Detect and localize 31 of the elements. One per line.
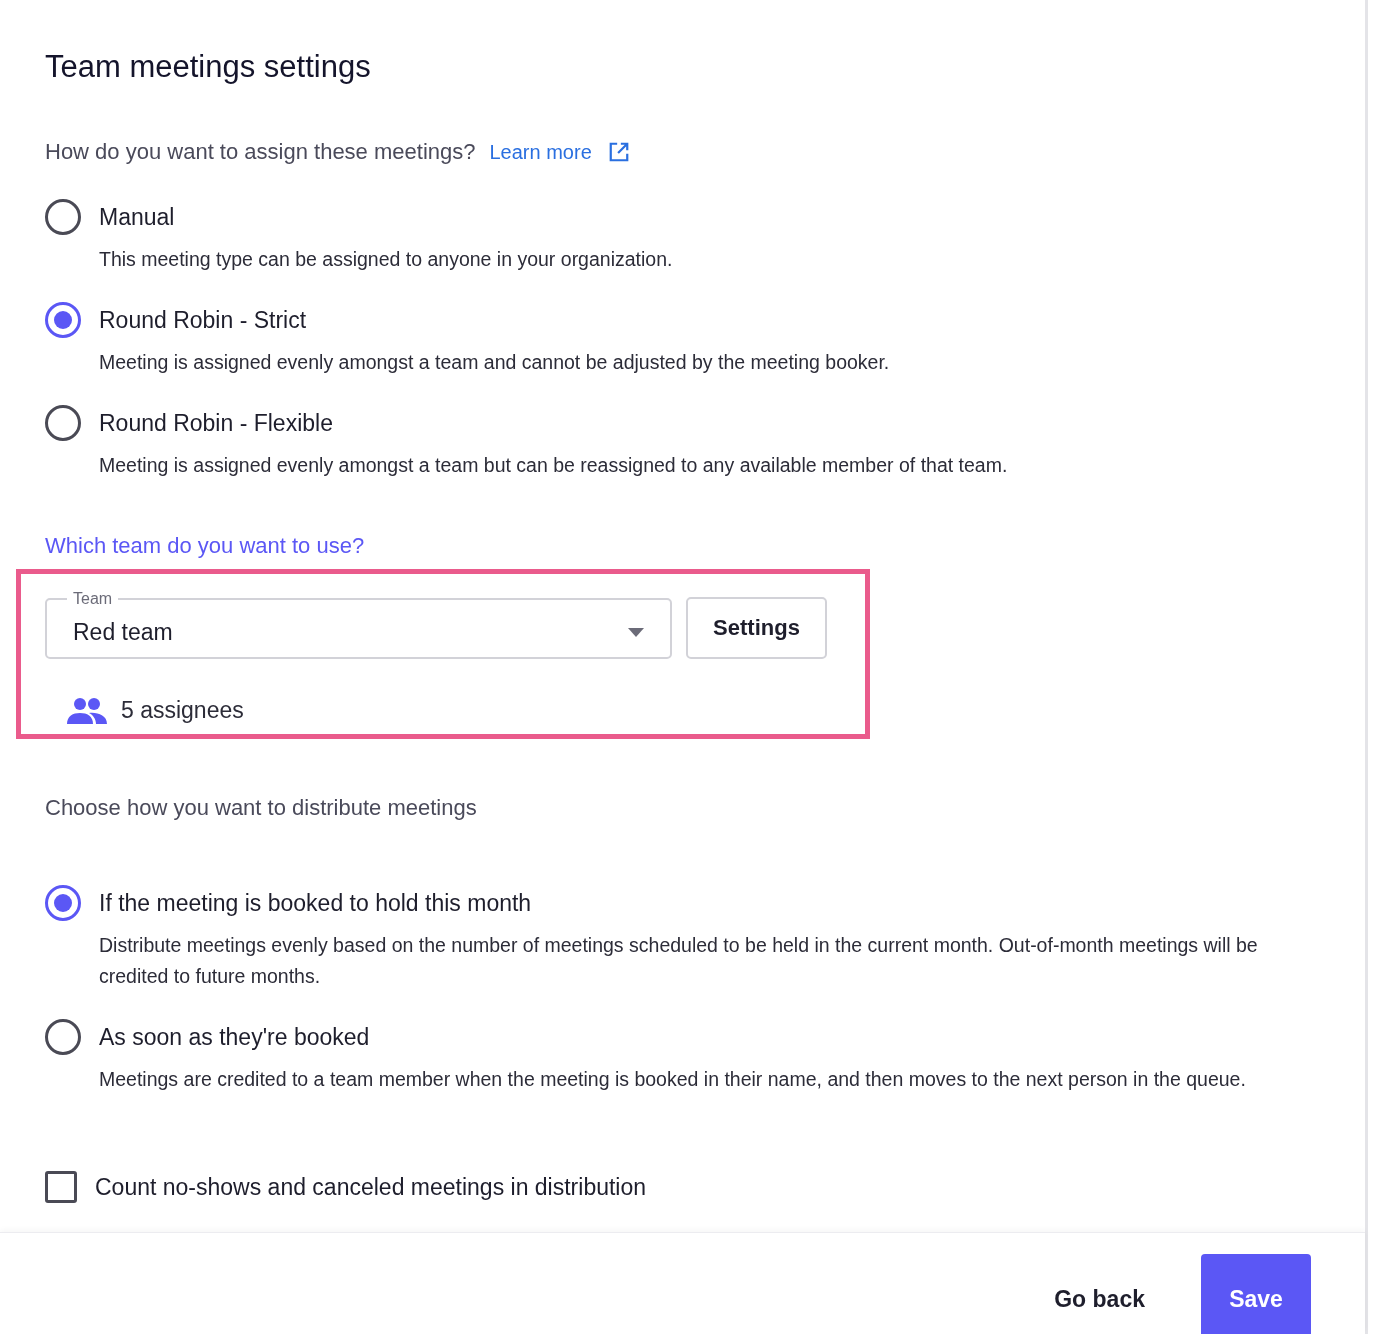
learn-more-link[interactable]: Learn more [489, 140, 630, 164]
radio-button[interactable] [45, 885, 81, 921]
option-description: This meeting type can be assigned to anyone in your organization. [99, 247, 674, 272]
caret-icon [628, 627, 644, 637]
checkbox[interactable] [45, 1171, 77, 1203]
settings-button[interactable]: Settings [686, 597, 827, 659]
people-icon [67, 697, 107, 724]
option-label: Round Robin - Strict [99, 306, 308, 334]
option-description: Meetings are credited to a team member when the meeting is booked in their name, and then moves to the next person in the queue. [99, 1067, 1247, 1092]
option-description: Meeting is assigned evenly amongst a team and cannot be adjusted by the meeting booker. [99, 350, 891, 375]
question-text: Choose how you want to distribute meetings [45, 795, 478, 821]
option-description: Distribute meetings evenly based on the number of meetings scheduled to be held in the current month. Out-of-month meetings will be credited to future months. [99, 933, 1259, 989]
field-label: Team [72, 589, 114, 609]
option-label: If the meeting is booked to hold this month [99, 889, 533, 917]
back-button[interactable]: Go back [1046, 1254, 1153, 1334]
external-link-icon [607, 141, 630, 163]
option-description: Meeting is assigned evenly amongst a team but can be reassigned to any available member of that team. [99, 453, 1009, 478]
save-button[interactable]: Save [1201, 1254, 1311, 1334]
option-label: Manual [99, 203, 176, 231]
team-select[interactable]: Team Red team [45, 589, 672, 659]
radio-button[interactable] [45, 1019, 81, 1055]
radio-button[interactable] [45, 199, 81, 235]
team-question: Which team do you want to use? [45, 533, 366, 559]
checkbox-label: Count no-shows and canceled meetings in distribution [95, 1173, 647, 1201]
option-label: Round Robin - Flexible [99, 409, 334, 437]
question-text: How do you want to assign these meetings? [45, 139, 476, 165]
option-label: As soon as they're booked [99, 1023, 371, 1051]
assignee-count: 5 assignees [121, 697, 244, 724]
page-title: Team meetings settings [45, 48, 372, 86]
radio-button[interactable] [45, 302, 81, 338]
radio-button[interactable] [45, 405, 81, 441]
